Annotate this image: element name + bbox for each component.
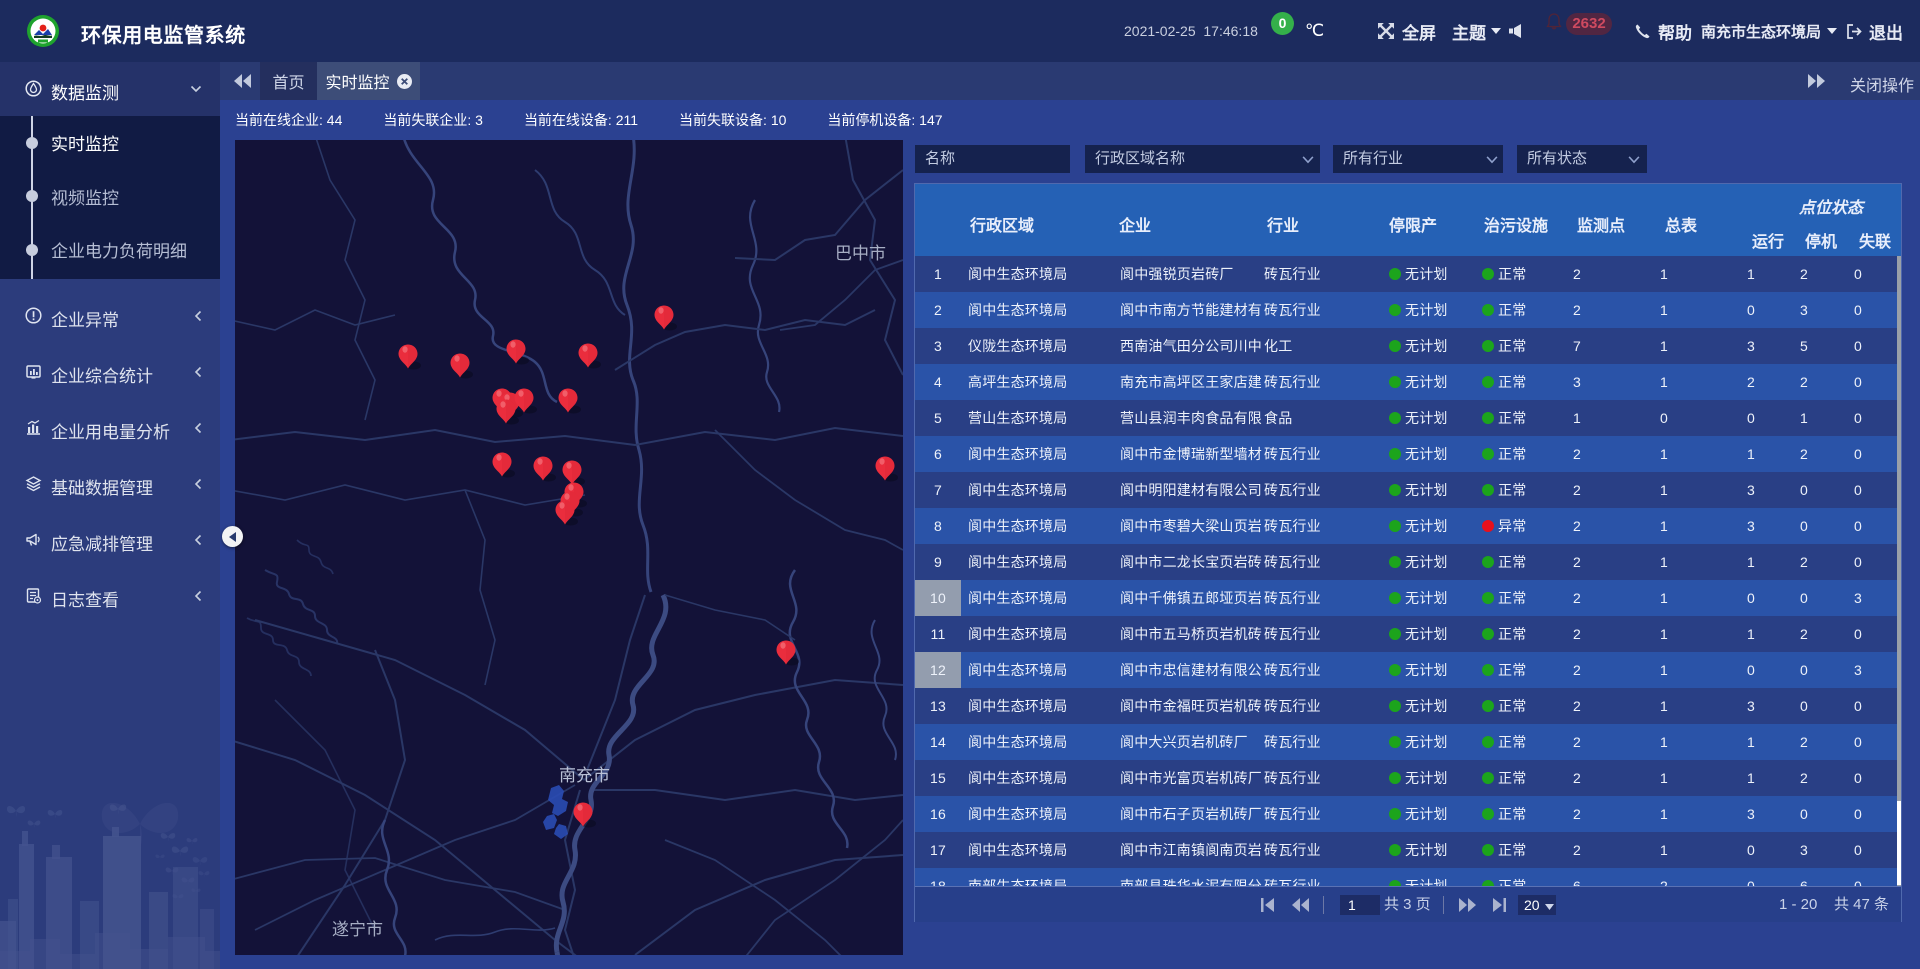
svg-text:巴中市: 巴中市 <box>835 244 886 263</box>
svg-text:南充市: 南充市 <box>559 766 610 785</box>
svg-text:遂宁市: 遂宁市 <box>332 920 383 939</box>
